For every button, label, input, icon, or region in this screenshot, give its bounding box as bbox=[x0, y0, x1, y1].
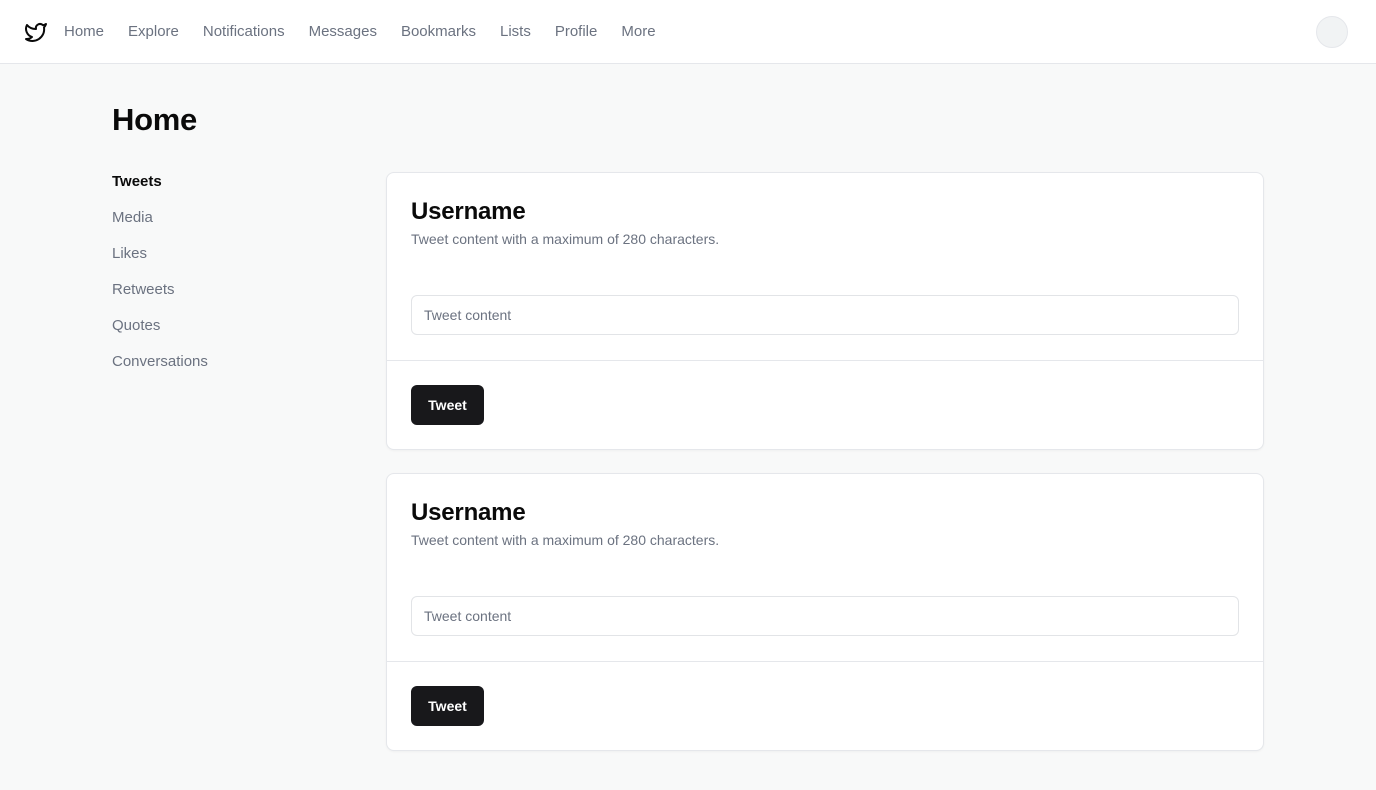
tweet-card: Username Tweet content with a maximum of… bbox=[386, 473, 1264, 751]
tweet-card-footer: Tweet bbox=[387, 661, 1263, 750]
bird-icon[interactable] bbox=[24, 20, 48, 44]
nav-link-notifications[interactable]: Notifications bbox=[203, 22, 285, 42]
page-title: Home bbox=[112, 102, 197, 137]
top-navbar: Home Explore Notifications Messages Book… bbox=[0, 0, 1376, 64]
sidebar: Tweets Media Likes Retweets Quotes Conve… bbox=[112, 172, 312, 388]
card-username: Username bbox=[411, 499, 526, 526]
sidebar-item-media[interactable]: Media bbox=[112, 208, 312, 244]
avatar[interactable] bbox=[1316, 16, 1348, 48]
tweet-content-input[interactable] bbox=[411, 596, 1239, 636]
tweet-card-footer: Tweet bbox=[387, 360, 1263, 449]
tweet-card-body: Username Tweet content with a maximum of… bbox=[387, 173, 1263, 360]
nav-link-more[interactable]: More bbox=[621, 22, 655, 42]
sidebar-item-retweets[interactable]: Retweets bbox=[112, 280, 312, 316]
nav-link-messages[interactable]: Messages bbox=[309, 22, 377, 42]
tweet-card: Username Tweet content with a maximum of… bbox=[386, 172, 1264, 450]
nav-link-bookmarks[interactable]: Bookmarks bbox=[401, 22, 476, 42]
card-username: Username bbox=[411, 198, 526, 225]
card-description: Tweet content with a maximum of 280 char… bbox=[411, 532, 720, 548]
nav-link-profile[interactable]: Profile bbox=[555, 22, 598, 42]
card-description: Tweet content with a maximum of 280 char… bbox=[411, 231, 720, 247]
nav-link-home[interactable]: Home bbox=[64, 22, 104, 42]
nav-link-explore[interactable]: Explore bbox=[128, 22, 179, 42]
tweet-button[interactable]: Tweet bbox=[411, 385, 484, 425]
tweet-button[interactable]: Tweet bbox=[411, 686, 484, 726]
nav-link-lists[interactable]: Lists bbox=[500, 22, 531, 42]
sidebar-item-tweets[interactable]: Tweets bbox=[112, 172, 312, 208]
main-nav: Home Explore Notifications Messages Book… bbox=[64, 0, 656, 63]
tweet-content-input[interactable] bbox=[411, 295, 1239, 335]
sidebar-item-likes[interactable]: Likes bbox=[112, 244, 312, 280]
tweet-card-body: Username Tweet content with a maximum of… bbox=[387, 474, 1263, 661]
sidebar-item-quotes[interactable]: Quotes bbox=[112, 316, 312, 352]
sidebar-item-conversations[interactable]: Conversations bbox=[112, 352, 312, 388]
